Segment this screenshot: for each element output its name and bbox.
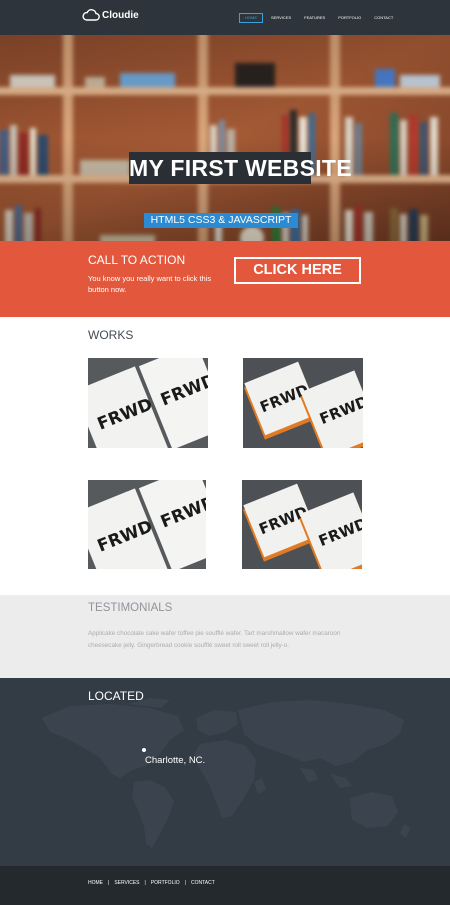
work-thumbnail[interactable]: FRWD FRWD <box>243 358 363 448</box>
footer-divider: | <box>108 880 110 886</box>
footer-link-portfolio[interactable]: Portfolio <box>151 880 180 886</box>
located-title: LOCATED <box>88 689 144 703</box>
location-city: Charlotte, NC. <box>145 755 206 766</box>
nav-contact[interactable]: Contact <box>369 13 398 23</box>
work-thumbnail[interactable]: FRWD FRWD <box>242 480 362 569</box>
work-thumbnail[interactable]: FRWD FRWD <box>88 480 206 569</box>
footer-link-services[interactable]: Services <box>114 880 139 886</box>
nav-services[interactable]: Services <box>266 13 296 23</box>
work-thumbnail[interactable]: FRWD FRWD <box>88 358 208 448</box>
brand-name: Cloudie <box>102 9 139 21</box>
nav-home[interactable]: Home <box>239 13 263 23</box>
hero-banner: MY FIRST WEBSITE HTML5 CSS3 & JAVASCRIPT <box>0 35 450 241</box>
nav-portfolio[interactable]: Portfolio <box>333 13 366 23</box>
location-pin-icon <box>142 748 146 752</box>
works-title: WORKS <box>88 328 134 342</box>
hero-title: MY FIRST WEBSITE <box>129 152 352 184</box>
call-to-action-section: CALL TO ACTION You know you really want … <box>0 241 450 317</box>
nav-features[interactable]: Features <box>299 13 330 23</box>
top-navbar: Cloudie Home Services Features Portfolio… <box>0 0 450 35</box>
located-section: LOCATED Charlotte, NC. <box>0 678 450 866</box>
world-map <box>42 698 410 848</box>
brand-logo[interactable]: Cloudie <box>82 9 139 21</box>
footer-divider: | <box>184 880 186 886</box>
hero-subtitle: HTML5 CSS3 & JAVASCRIPT <box>144 213 298 228</box>
testimonials-title: TESTIMONIALS <box>88 602 173 614</box>
footer: Home | Services | Portfolio | Contact <box>0 866 450 905</box>
testimonials-section: TESTIMONIALS Applicake chocolate cake wa… <box>0 595 450 678</box>
cta-description: You know you really want to click this b… <box>88 274 212 294</box>
footer-link-contact[interactable]: Contact <box>191 880 215 886</box>
hero-background-image <box>0 35 450 241</box>
main-menu: Home Services Features Portfolio Contact <box>239 13 401 23</box>
click-here-button[interactable]: CLICK HERE <box>234 257 361 284</box>
testimonial-text: Applicake chocolate cake wafer toffee pi… <box>88 630 341 649</box>
footer-link-home[interactable]: Home <box>88 880 103 886</box>
cloud-icon <box>82 9 100 21</box>
cta-title: CALL TO ACTION <box>88 253 186 267</box>
footer-divider: | <box>144 880 146 886</box>
footer-menu: Home | Services | Portfolio | Contact <box>88 880 215 886</box>
